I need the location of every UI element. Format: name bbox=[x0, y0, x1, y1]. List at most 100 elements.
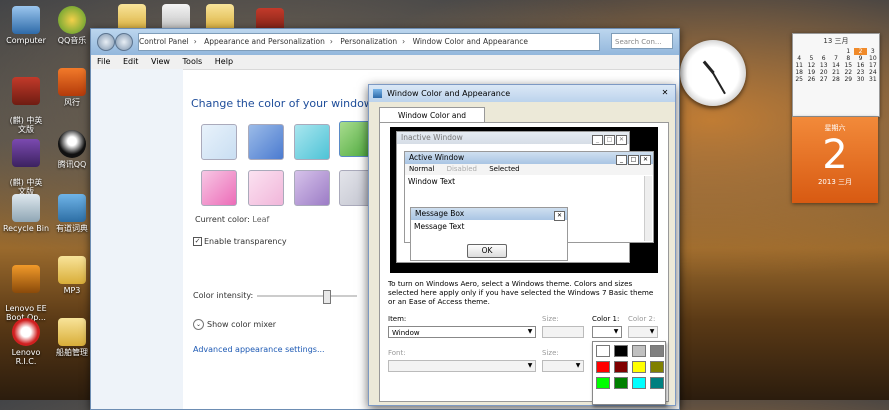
calendar-date[interactable]: 17 bbox=[867, 62, 879, 69]
desktop-icon-lenovo-ric[interactable]: Lenovo R.I.C. bbox=[0, 318, 52, 366]
intensity-slider-track[interactable] bbox=[257, 295, 357, 297]
menu-help[interactable]: Help bbox=[215, 57, 233, 66]
menu-edit[interactable]: Edit bbox=[123, 57, 139, 66]
palette-color-swatch[interactable] bbox=[632, 377, 646, 389]
calendar-date[interactable]: 30 bbox=[854, 76, 866, 83]
calendar-date[interactable]: 29 bbox=[842, 76, 854, 83]
breadcrumb-control-panel[interactable]: Control Panel bbox=[139, 37, 189, 46]
palette-color-swatch[interactable] bbox=[650, 361, 664, 373]
intensity-slider-thumb[interactable] bbox=[323, 290, 331, 304]
enable-transparency[interactable]: ✓ Enable transparency bbox=[193, 237, 287, 246]
swatch-sky[interactable] bbox=[201, 124, 237, 160]
calendar-date[interactable]: 5 bbox=[805, 55, 817, 62]
calendar-year-month: 2013 三月 bbox=[817, 178, 853, 186]
advanced-appearance-link[interactable]: Advanced appearance settings... bbox=[193, 345, 325, 354]
font-select[interactable]: ▼ bbox=[388, 360, 536, 372]
qq-music-icon bbox=[58, 6, 86, 34]
calendar-date[interactable]: 31 bbox=[867, 76, 879, 83]
item-select[interactable]: Window ▼ bbox=[388, 326, 536, 338]
calendar-date[interactable]: 23 bbox=[854, 69, 866, 76]
swatch-sea[interactable] bbox=[294, 124, 330, 160]
swatch-blush[interactable] bbox=[248, 170, 284, 206]
chevron-down-icon[interactable]: ⌄ bbox=[193, 319, 204, 330]
show-color-mixer[interactable]: ⌄ Show color mixer bbox=[193, 319, 276, 330]
font-size-select[interactable]: ▼ bbox=[542, 360, 584, 372]
calendar-date[interactable]: 26 bbox=[805, 76, 817, 83]
calendar-date[interactable]: 12 bbox=[805, 62, 817, 69]
color1-button[interactable]: ▼ bbox=[592, 326, 622, 338]
menu-file[interactable]: File bbox=[97, 57, 110, 66]
palette-color-swatch[interactable] bbox=[614, 361, 628, 373]
breadcrumb-appearance[interactable]: Appearance and Personalization bbox=[204, 37, 325, 46]
swatch-lavender[interactable] bbox=[201, 170, 237, 206]
forward-button[interactable] bbox=[115, 33, 133, 51]
calendar-date[interactable]: 28 bbox=[830, 76, 842, 83]
dialog-title: Window Color and Appearance bbox=[387, 89, 511, 98]
qq-icon bbox=[58, 130, 86, 158]
address-bar[interactable]: Control Panel › Appearance and Personaliz… bbox=[138, 33, 600, 51]
palette-color-swatch[interactable] bbox=[614, 345, 628, 357]
palette-color-swatch[interactable] bbox=[632, 345, 646, 357]
calendar-date[interactable]: 13 bbox=[818, 62, 830, 69]
palette-color-swatch[interactable] bbox=[614, 377, 628, 389]
palette-color-swatch[interactable] bbox=[650, 345, 664, 357]
breadcrumb-window-color[interactable]: Window Color and Appearance bbox=[413, 37, 528, 46]
calendar-date[interactable]: 14 bbox=[830, 62, 842, 69]
palette-color-swatch[interactable] bbox=[596, 361, 610, 373]
menu-tools[interactable]: Tools bbox=[183, 57, 203, 66]
calendar-date[interactable]: 8 bbox=[842, 55, 854, 62]
calendar-date[interactable]: 18 bbox=[793, 69, 805, 76]
calendar-date[interactable]: 1 bbox=[842, 48, 854, 55]
calendar-date[interactable] bbox=[830, 48, 842, 55]
calendar-date[interactable]: 2 bbox=[854, 48, 867, 55]
clock-gadget[interactable] bbox=[680, 40, 746, 106]
menu-view[interactable]: View bbox=[151, 57, 170, 66]
calendar-date[interactable] bbox=[818, 48, 830, 55]
search-input[interactable]: Search Con... bbox=[611, 33, 673, 49]
size-spinner[interactable] bbox=[542, 326, 584, 338]
calendar-date[interactable]: 19 bbox=[805, 69, 817, 76]
calendar-date[interactable]: 7 bbox=[830, 55, 842, 62]
calendar-date[interactable]: 9 bbox=[854, 55, 866, 62]
control-panel-titlebar: Control Panel › Appearance and Personaliz… bbox=[91, 29, 679, 55]
current-color-value: Leaf bbox=[252, 215, 270, 224]
calendar-date[interactable]: 27 bbox=[818, 76, 830, 83]
calendar-date[interactable]: 22 bbox=[842, 69, 854, 76]
back-button[interactable] bbox=[97, 33, 115, 51]
calendar-date[interactable]: 15 bbox=[842, 62, 854, 69]
chevron-down-icon: ▼ bbox=[527, 328, 533, 335]
desktop-icon-computer[interactable]: Computer bbox=[0, 6, 52, 45]
desktop-icon-recycle-bin[interactable]: Recycle Bin bbox=[0, 194, 52, 233]
preview-message-box[interactable]: Message Box ✕ Message Text OK bbox=[410, 207, 568, 261]
swatch-twilight[interactable] bbox=[248, 124, 284, 160]
calendar-date[interactable]: 11 bbox=[793, 62, 805, 69]
calendar-date[interactable]: 4 bbox=[793, 55, 805, 62]
calendar-date[interactable]: 6 bbox=[818, 55, 830, 62]
calendar-date[interactable]: 16 bbox=[854, 62, 866, 69]
calendar-day-view[interactable]: 星期六 2 2013 三月 bbox=[792, 117, 878, 203]
calendar-month-view[interactable]: 13 三月 1 2 3 4 5 6 7 8 9 10 11 12 13 14 15 16 17 18 19 20 21 2… bbox=[792, 33, 880, 117]
transparency-checkbox[interactable]: ✓ bbox=[193, 237, 202, 246]
archive-icon bbox=[12, 139, 40, 167]
calendar-date[interactable] bbox=[805, 48, 817, 55]
calendar-date[interactable] bbox=[793, 48, 805, 55]
palette-color-swatch[interactable] bbox=[596, 377, 610, 389]
calendar-date[interactable]: 24 bbox=[867, 69, 879, 76]
calendar-date[interactable]: 3 bbox=[867, 48, 879, 55]
calendar-date[interactable]: 10 bbox=[867, 55, 879, 62]
maximize-icon: □ bbox=[604, 135, 615, 145]
close-icon[interactable]: ✕ bbox=[659, 88, 671, 98]
palette-color-swatch[interactable] bbox=[632, 361, 646, 373]
lenovo-icon bbox=[12, 265, 40, 293]
calendar-date[interactable]: 21 bbox=[830, 69, 842, 76]
breadcrumb-personalization[interactable]: Personalization bbox=[340, 37, 397, 46]
palette-color-swatch[interactable] bbox=[596, 345, 610, 357]
swatch-violet[interactable] bbox=[294, 170, 330, 206]
calendar-date[interactable]: 25 bbox=[793, 76, 805, 83]
color2-button[interactable]: ▼ bbox=[628, 326, 658, 338]
tab-window-color[interactable]: Window Color and Appearance bbox=[379, 107, 485, 135]
appearance-preview[interactable]: Inactive Window _ □ ✕ Active Window _ □ ✕ No… bbox=[390, 127, 658, 273]
palette-color-swatch[interactable] bbox=[650, 377, 664, 389]
calendar-date[interactable]: 20 bbox=[818, 69, 830, 76]
navigation-pane bbox=[91, 69, 183, 409]
